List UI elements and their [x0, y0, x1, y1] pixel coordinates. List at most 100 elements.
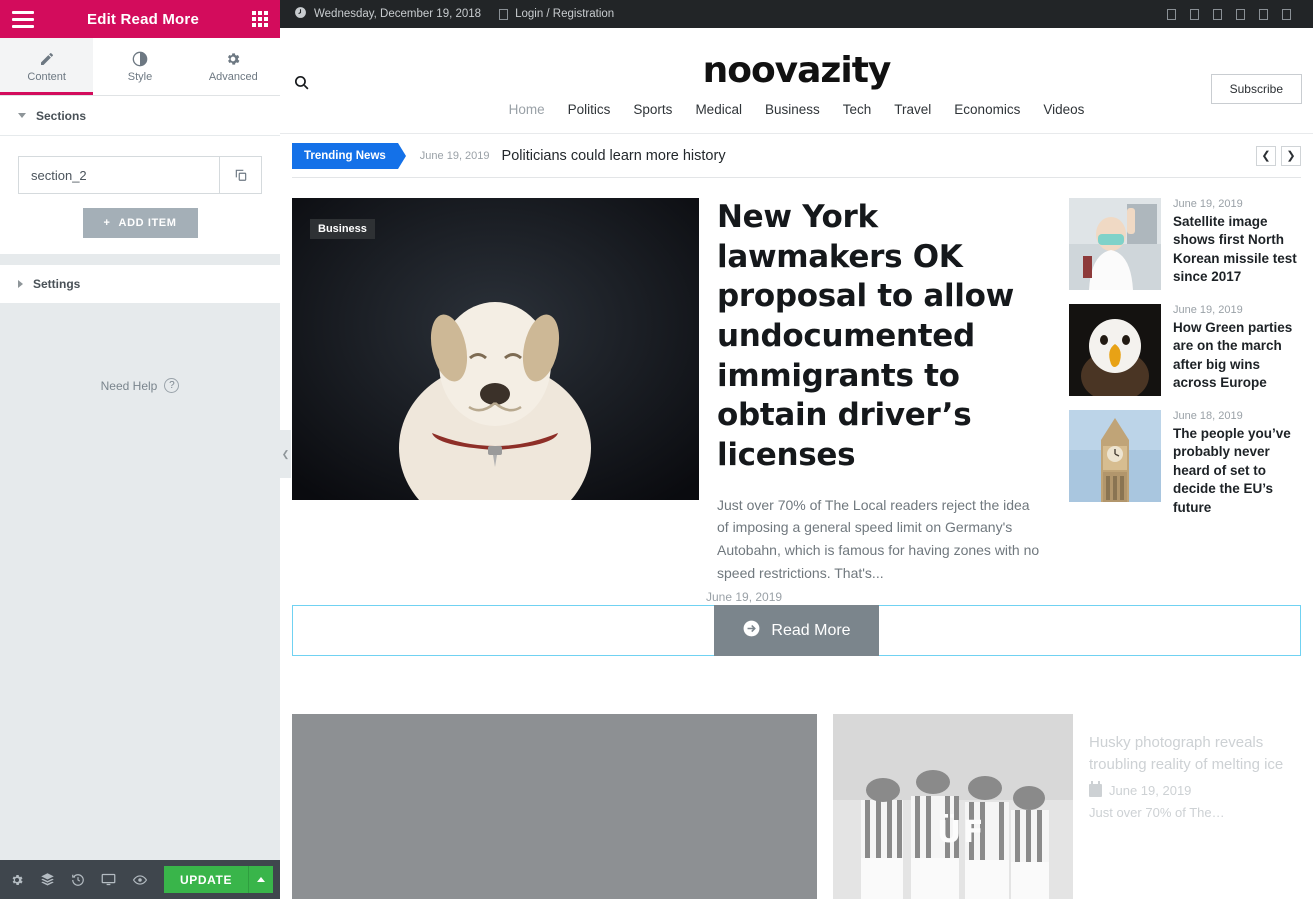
settings-accordion-label: Settings	[33, 277, 81, 291]
trending-news-nav: ❮ ❯	[1256, 145, 1301, 166]
tab-content[interactable]: Content	[0, 38, 94, 95]
social-icon-2[interactable]	[1190, 8, 1199, 20]
list-item-text: June 19, 2019 How Green parties are on t…	[1173, 304, 1301, 396]
social-icon-1[interactable]	[1167, 8, 1176, 20]
trending-news-badge: Trending News	[292, 142, 406, 169]
featured-category-badge[interactable]: Business	[310, 219, 375, 239]
nav-item-videos[interactable]: Videos	[1043, 102, 1084, 117]
social-icon-5[interactable]	[1259, 8, 1268, 20]
responsive-monitor-icon[interactable]	[101, 872, 116, 887]
update-button-group: UPDATE	[164, 866, 274, 893]
bottom-content-row: Ü F Husky photograph reveals troubling r…	[280, 656, 1313, 899]
nav-item-business[interactable]: Business	[765, 102, 820, 117]
add-item-button[interactable]: + ADD ITEM	[82, 208, 198, 238]
clock-icon	[294, 6, 307, 22]
gear-icon	[225, 51, 241, 67]
main-navigation: Home Politics Sports Medical Business Te…	[280, 96, 1313, 134]
social-icon-4[interactable]	[1236, 8, 1245, 20]
bottom-article-title[interactable]: Husky photograph reveals troubling reali…	[1089, 732, 1301, 776]
update-button[interactable]: UPDATE	[164, 866, 249, 893]
panel-collapse-handle[interactable]: ❮	[280, 430, 291, 478]
sidebar-article-list: June 19, 2019 Satellite image shows firs…	[1069, 198, 1301, 584]
list-item: June 19, 2019 How Green parties are on t…	[1069, 304, 1301, 396]
panel-footer: UPDATE	[0, 860, 280, 899]
site-logo[interactable]: noovazity	[280, 50, 1313, 91]
bottom-article-meta: June 19, 2019	[1089, 780, 1301, 798]
need-help-label: Need Help	[100, 378, 158, 393]
nav-item-home[interactable]: Home	[509, 102, 545, 117]
featured-text: New York lawmakers OK proposal to allow …	[717, 198, 1051, 584]
featured-title[interactable]: New York lawmakers OK proposal to allow …	[717, 198, 1045, 476]
tab-style[interactable]: Style	[93, 38, 186, 95]
list-item-date: June 19, 2019	[1173, 198, 1243, 210]
trending-next-chevron-right-icon[interactable]: ❯	[1281, 145, 1301, 166]
trending-news-headline[interactable]: Politicians could learn more history	[502, 148, 726, 164]
list-item: June 19, 2019 Satellite image shows firs…	[1069, 198, 1301, 290]
add-item-label: ADD ITEM	[118, 217, 177, 229]
panel-title: Edit Read More	[87, 10, 199, 28]
big-ben-clock-tower-photo[interactable]	[1069, 410, 1161, 502]
featured-excerpt: Just over 70% of The Local readers rejec…	[717, 496, 1040, 581]
elementor-editor-panel: Edit Read More Content Style Advanced Se…	[0, 0, 291, 899]
read-more-date: June 19, 2019	[706, 590, 783, 605]
panel-header: Edit Read More	[0, 0, 280, 38]
list-item-title[interactable]: How Green parties are on the march after…	[1173, 319, 1301, 393]
subscribe-button[interactable]: Subscribe	[1210, 74, 1302, 104]
nav-item-travel[interactable]: Travel	[894, 102, 931, 117]
tab-style-label: Style	[127, 70, 153, 83]
read-more-widget-selected[interactable]: Read More	[292, 605, 1301, 657]
chevron-down-icon	[18, 113, 26, 118]
list-item-title[interactable]: The people you’ve probably never heard o…	[1173, 425, 1301, 517]
baseball-umpires-huddle-photo[interactable]: Ü F	[833, 714, 1073, 899]
svg-text:F: F	[963, 815, 984, 850]
lab-scientist-photo[interactable]	[1069, 198, 1161, 290]
list-item-title[interactable]: Satellite image shows first North Korean…	[1173, 213, 1301, 287]
history-icon[interactable]	[71, 873, 85, 887]
nav-item-tech[interactable]: Tech	[843, 102, 872, 117]
nav-item-politics[interactable]: Politics	[568, 102, 611, 117]
calendar-icon	[1089, 780, 1102, 797]
list-item-date: June 18, 2019	[1173, 410, 1243, 422]
gray-image-placeholder[interactable]	[292, 714, 817, 899]
nav-item-sports[interactable]: Sports	[633, 102, 672, 117]
panel-tabs: Content Style Advanced	[0, 38, 280, 96]
featured-image[interactable]: Business	[292, 198, 699, 500]
social-icon-3[interactable]	[1213, 8, 1222, 20]
tab-advanced[interactable]: Advanced	[187, 38, 280, 95]
social-icon-6[interactable]	[1282, 8, 1291, 20]
duplicate-icon[interactable]	[219, 157, 261, 193]
read-more-label: Read More	[771, 621, 851, 639]
site-header: noovazity Subscribe	[280, 28, 1313, 104]
panel-body: Sections + ADD ITEM Set	[0, 96, 280, 860]
need-help-link[interactable]: Need Help ?	[0, 378, 280, 393]
plus-icon: +	[103, 217, 111, 229]
featured-article: Business New York lawmakers OK proposal …	[280, 178, 1313, 584]
settings-accordion-header[interactable]: Settings	[0, 264, 280, 304]
section-name-input[interactable]	[19, 157, 219, 193]
preview-eye-icon[interactable]	[132, 873, 148, 887]
sections-accordion-header[interactable]: Sections	[0, 96, 280, 136]
user-icon	[499, 8, 509, 20]
contrast-half-circle-icon	[132, 51, 148, 67]
list-item-text: June 18, 2019 The people you’ve probably…	[1173, 410, 1301, 517]
gear-icon[interactable]	[10, 873, 24, 887]
widgets-grid-icon[interactable]	[251, 11, 268, 27]
hamburger-icon[interactable]	[12, 10, 34, 28]
topbar-date-label: Wednesday, December 19, 2018	[314, 8, 482, 20]
layers-icon[interactable]	[40, 872, 55, 887]
tab-content-label: Content	[27, 70, 66, 83]
trending-prev-chevron-left-icon[interactable]: ❮	[1256, 145, 1276, 166]
bottom-article-excerpt: Just over 70% of The…	[1089, 804, 1225, 820]
arrow-circle-right-icon	[742, 619, 761, 643]
topbar-social-icons	[1167, 8, 1299, 20]
sections-accordion-body: + ADD ITEM	[0, 136, 280, 254]
nav-item-economics[interactable]: Economics	[954, 102, 1020, 117]
list-item-date: June 19, 2019	[1173, 304, 1243, 316]
pencil-icon	[39, 51, 55, 67]
read-more-button[interactable]: Read More	[714, 605, 879, 657]
login-registration-link[interactable]: Login / Registration	[499, 8, 614, 20]
editor-application: Edit Read More Content Style Advanced Se…	[0, 0, 1313, 899]
nav-item-medical[interactable]: Medical	[695, 102, 742, 117]
bald-eagle-photo[interactable]	[1069, 304, 1161, 396]
update-options-chevron-up-icon[interactable]	[248, 866, 274, 893]
